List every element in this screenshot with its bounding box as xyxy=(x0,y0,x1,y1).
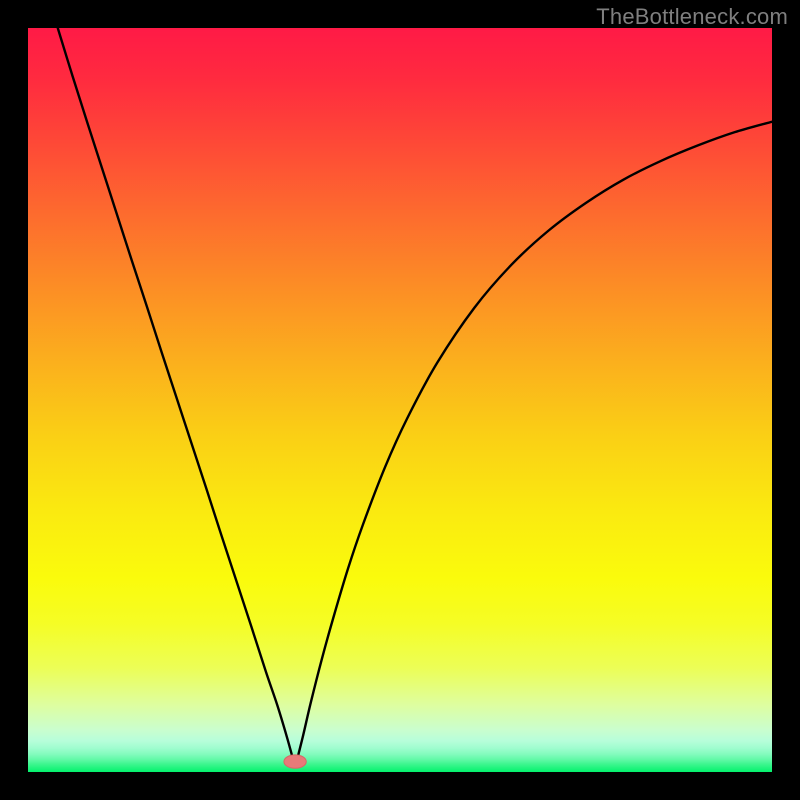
chart-svg xyxy=(28,28,772,772)
gradient-background xyxy=(28,28,772,772)
minimum-marker xyxy=(284,755,306,768)
watermark-text: TheBottleneck.com xyxy=(596,4,788,30)
chart-frame: TheBottleneck.com xyxy=(0,0,800,800)
plot-area xyxy=(28,28,772,772)
